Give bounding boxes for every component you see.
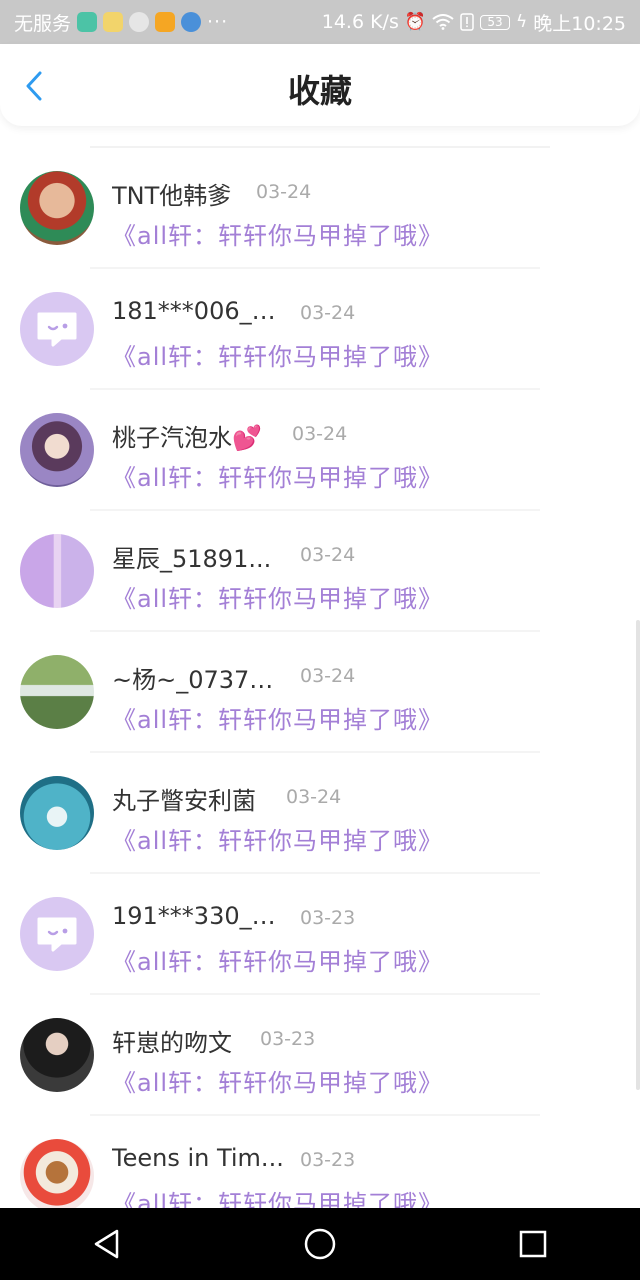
more-notifications: ··· <box>207 11 229 33</box>
header: 收藏 <box>0 44 640 126</box>
status-bar: 无服务 ··· 14.6 K/s ⏰ 53 ϟ 晚上10:25 <box>0 0 640 44</box>
status-left: 无服务 ··· <box>14 9 228 36</box>
story-title[interactable]: 《all轩：轩轩你马甲掉了哦》 <box>112 942 443 977</box>
scrollbar[interactable] <box>636 620 640 1090</box>
user-name[interactable]: 丸子瞥安利菌 <box>112 781 256 816</box>
wifi-icon <box>432 14 454 30</box>
browser-app-icon <box>181 12 202 32</box>
favorites-list[interactable]: TNT他韩爹 03-24 《all轩：轩轩你马甲掉了哦》 181***006_8… <box>0 126 640 1208</box>
user-name[interactable]: 191***330_7... <box>112 902 287 930</box>
story-title[interactable]: 《all轩：轩轩你马甲掉了哦》 <box>112 337 443 372</box>
favorite-date: 03-24 <box>300 302 356 324</box>
avatar[interactable] <box>20 1018 94 1092</box>
favorite-date: 03-24 <box>256 181 312 203</box>
heart-emoji: 💕 <box>232 424 262 452</box>
favorite-date: 03-24 <box>300 665 356 687</box>
favorite-item[interactable]: 星辰_51891... 03-24 《all轩：轩轩你马甲掉了哦》 <box>0 511 640 632</box>
charging-icon: ϟ <box>516 12 528 32</box>
avatar[interactable] <box>20 1139 94 1208</box>
square-recents-icon <box>520 1230 547 1258</box>
nav-recents-button[interactable] <box>503 1214 563 1274</box>
default-avatar-icon[interactable] <box>20 897 94 971</box>
favorite-item[interactable]: 191***330_7... 03-23 《all轩：轩轩你马甲掉了哦》 <box>0 874 640 995</box>
user-name[interactable]: TNT他韩爹 <box>112 176 231 211</box>
user-name[interactable]: 星辰_51891... <box>112 539 271 574</box>
triangle-back-icon <box>94 1229 118 1259</box>
carrier-text: 无服务 <box>14 12 72 35</box>
favorite-date: 03-23 <box>300 907 356 929</box>
page-title: 收藏 <box>287 72 352 110</box>
story-title[interactable]: 《all轩：轩轩你马甲掉了哦》 <box>112 216 443 251</box>
navigation-bar <box>0 1208 640 1280</box>
favorite-item[interactable]: Teens in Tim... 03-23 《all轩：轩轩你马甲掉了哦》 <box>0 1116 640 1208</box>
favorite-date: 03-23 <box>260 1028 316 1050</box>
avatar[interactable] <box>20 776 94 850</box>
avatar[interactable] <box>20 171 94 245</box>
favorite-item[interactable]: TNT他韩爹 03-24 《all轩：轩轩你马甲掉了哦》 <box>0 148 640 269</box>
sim-alert-icon <box>460 13 474 31</box>
story-title[interactable]: 《all轩：轩轩你马甲掉了哦》 <box>112 1184 443 1208</box>
user-name[interactable]: ~杨~_07374... <box>112 660 287 695</box>
face-app-icon <box>103 12 124 32</box>
user-name[interactable]: 轩崽的吻文 <box>112 1023 232 1058</box>
favorite-item[interactable]: 桃子汽泡水💕 03-24 《all轩：轩轩你马甲掉了哦》 <box>0 390 640 511</box>
nav-home-button[interactable] <box>290 1214 350 1274</box>
clock-app-icon <box>77 12 98 32</box>
story-title[interactable]: 《all轩：轩轩你马甲掉了哦》 <box>112 1063 443 1098</box>
user-name-text: 桃子汽泡水 <box>112 424 232 452</box>
favorite-date: 03-24 <box>286 786 342 808</box>
user-name[interactable]: 181***006_8... <box>112 297 287 325</box>
story-title[interactable]: 《all轩：轩轩你马甲掉了哦》 <box>112 458 443 493</box>
video-app-icon <box>155 12 176 32</box>
favorite-item[interactable]: 181***006_8... 03-24 《all轩：轩轩你马甲掉了哦》 <box>0 269 640 390</box>
network-speed: 14.6 K/s <box>321 11 399 33</box>
wechat-icon <box>129 12 150 32</box>
favorite-date: 03-23 <box>300 1149 356 1171</box>
story-title[interactable]: 《all轩：轩轩你马甲掉了哦》 <box>112 700 443 735</box>
alarm-icon: ⏰ <box>404 12 427 32</box>
favorite-item[interactable]: 丸子瞥安利菌 03-24 《all轩：轩轩你马甲掉了哦》 <box>0 753 640 874</box>
status-right: 14.6 K/s ⏰ 53 ϟ 晚上10:25 <box>322 9 626 36</box>
story-title[interactable]: 《all轩：轩轩你马甲掉了哦》 <box>112 821 443 856</box>
favorite-date: 03-24 <box>292 423 348 445</box>
clock-time: 晚上10:25 <box>533 12 626 35</box>
avatar[interactable] <box>20 413 94 487</box>
avatar[interactable] <box>20 655 94 729</box>
circle-home-icon <box>304 1228 336 1260</box>
favorite-item[interactable]: 轩崽的吻文 03-23 《all轩：轩轩你马甲掉了哦》 <box>0 995 640 1116</box>
nav-back-button[interactable] <box>77 1214 137 1274</box>
favorite-item[interactable]: ~杨~_07374... 03-24 《all轩：轩轩你马甲掉了哦》 <box>0 632 640 753</box>
favorite-date: 03-24 <box>300 544 356 566</box>
story-title[interactable]: 《all轩：轩轩你马甲掉了哦》 <box>112 579 443 614</box>
user-name[interactable]: Teens in Tim... <box>112 1144 284 1172</box>
user-name[interactable]: 桃子汽泡水💕 <box>112 418 262 453</box>
avatar[interactable] <box>20 534 94 608</box>
battery-indicator: 53 <box>480 14 511 30</box>
default-avatar-icon[interactable] <box>20 292 94 366</box>
